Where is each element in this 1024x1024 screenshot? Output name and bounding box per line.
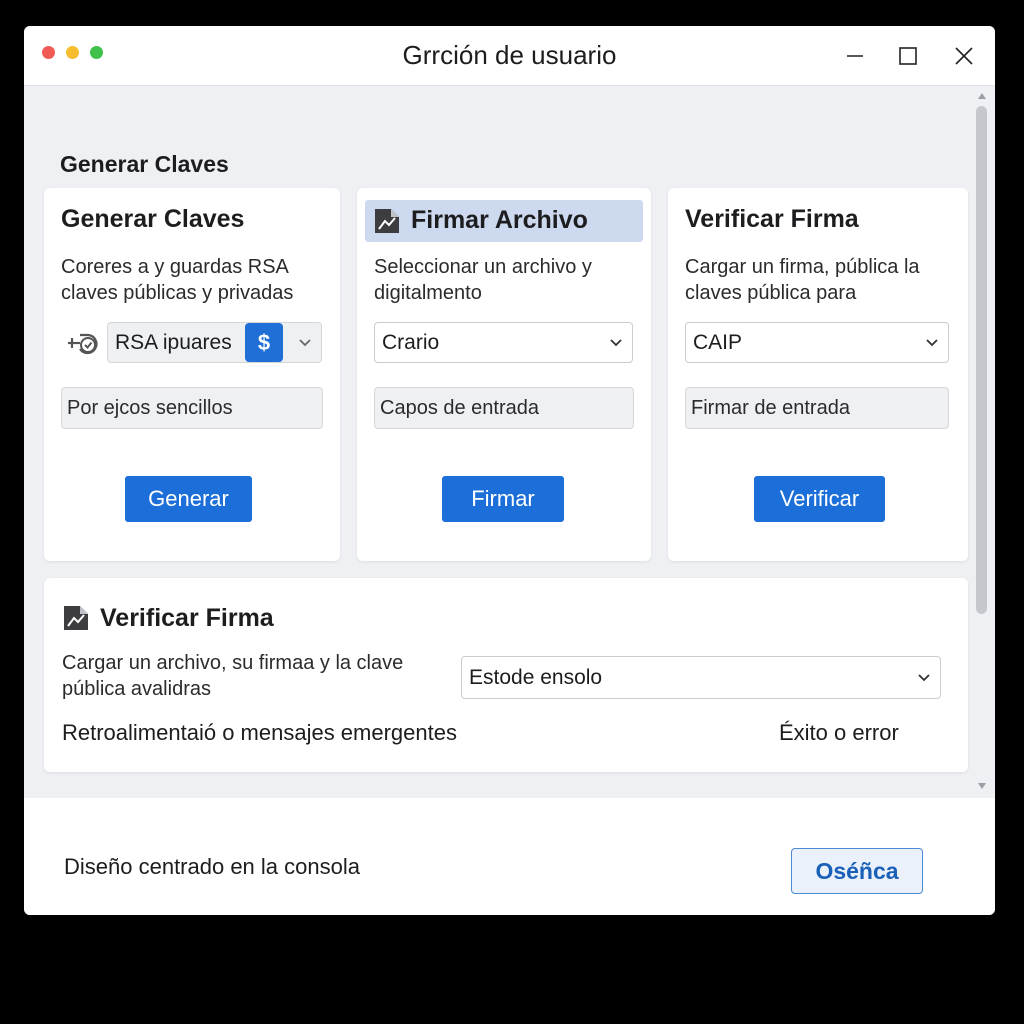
panel-title: Verificar Firma — [100, 604, 274, 632]
panel-description: Cargar un archivo, su firmaa y la clave … — [62, 652, 404, 700]
file-sign-icon — [373, 207, 403, 240]
file-sign-icon — [62, 604, 92, 637]
verify-input-field[interactable]: Firmar de entrada — [685, 387, 949, 429]
app-window: Grrción de usuario Generar Claves Genera… — [24, 26, 995, 915]
generate-keys-card: Generar Claves Coreres a y guardas RSA c… — [44, 188, 340, 561]
key-input-field[interactable]: Por ejcos sencillos — [61, 387, 323, 429]
card-description: Cargar un firma, pública la claves públi… — [685, 256, 920, 304]
title-bar: Grrción de usuario — [24, 26, 995, 86]
minimize-icon — [847, 55, 863, 57]
verify-button[interactable]: Verificar — [754, 476, 885, 522]
status-text: Éxito o error — [779, 720, 899, 745]
dollar-badge[interactable]: $ — [245, 323, 283, 362]
close-button[interactable] — [944, 36, 984, 76]
generate-button[interactable]: Generar — [125, 476, 252, 522]
footer: Diseño centrado en la consola Oséñca — [24, 798, 995, 915]
input-placeholder: Por ejcos sencillos — [67, 397, 233, 419]
scroll-down-arrow[interactable] — [978, 783, 986, 789]
verify-select[interactable]: CAIP — [685, 322, 949, 363]
card-title: Generar Claves — [61, 205, 245, 233]
card-description: Coreres a y guardas RSA claves públicas … — [61, 256, 294, 304]
file-select-value: Crario — [382, 331, 440, 354]
key-type-select[interactable]: RSA ipuares $ — [107, 322, 322, 363]
verify-panel: Verificar Firma Cargar un archivo, su fi… — [44, 578, 968, 772]
maximize-icon — [899, 47, 917, 65]
input-placeholder: Capos de entrada — [380, 397, 540, 419]
status-select-value: Estode ensolo — [469, 666, 603, 689]
file-select[interactable]: Crario — [374, 322, 633, 363]
card-title: Verificar Firma — [685, 205, 859, 233]
status-select[interactable]: Estode ensolo — [461, 656, 941, 699]
chevron-down-icon — [610, 339, 622, 347]
footer-button[interactable]: Oséñca — [791, 848, 923, 894]
card-title: Firmar Archivo — [411, 206, 588, 234]
close-icon — [955, 47, 973, 65]
maximize-button[interactable] — [888, 36, 928, 76]
sign-input-field[interactable]: Capos de entrada — [374, 387, 634, 429]
sign-button[interactable]: Firmar — [442, 476, 564, 522]
chevron-down-icon — [299, 339, 311, 347]
chevron-down-icon — [918, 674, 930, 682]
key-type-value: RSA ipuares — [115, 331, 232, 354]
minimize-button[interactable] — [835, 36, 875, 76]
chevron-down-icon — [926, 339, 938, 347]
feedback-text: Retroalimentaió o mensajes emergentes — [62, 720, 457, 745]
section-heading: Generar Claves — [60, 151, 229, 177]
scroll-up-arrow[interactable] — [978, 93, 986, 99]
verify-select-value: CAIP — [693, 331, 743, 354]
footer-text: Diseño centrado en la consola — [64, 854, 360, 879]
scroll-thumb[interactable] — [976, 106, 987, 614]
key-clock-icon — [64, 329, 100, 362]
vertical-scrollbar[interactable] — [974, 90, 990, 798]
card-description: Seleccionar un archivo y digitalmento — [374, 256, 592, 304]
sign-file-card: Firmar Archivo Seleccionar un archivo y … — [357, 188, 651, 561]
verify-signature-card: Verificar Firma Cargar un firma, pública… — [668, 188, 968, 561]
input-placeholder: Firmar de entrada — [691, 397, 850, 419]
